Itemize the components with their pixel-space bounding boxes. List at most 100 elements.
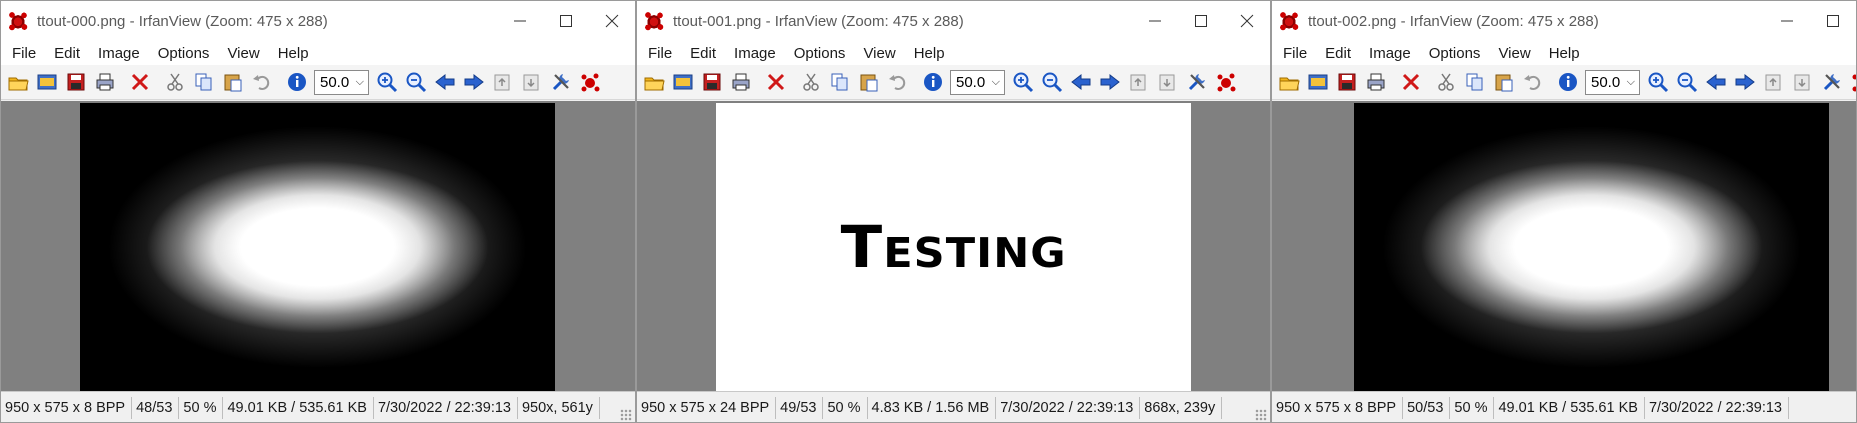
paste-icon[interactable] (1489, 68, 1518, 97)
paste-icon[interactable] (218, 68, 247, 97)
first-icon[interactable] (1124, 68, 1153, 97)
previous-icon[interactable] (1701, 68, 1730, 97)
delete-icon[interactable] (125, 68, 154, 97)
cut-icon[interactable] (1431, 68, 1460, 97)
copy-icon[interactable] (189, 68, 218, 97)
previous-icon[interactable] (1066, 68, 1095, 97)
save-icon[interactable] (697, 68, 726, 97)
minimize-button[interactable] (1132, 1, 1178, 41)
menu-file[interactable]: File (1274, 45, 1316, 62)
delete-icon[interactable] (1396, 68, 1425, 97)
delete-icon[interactable] (761, 68, 790, 97)
thumbnails-icon[interactable] (668, 68, 697, 97)
print-icon[interactable] (90, 68, 119, 97)
zoom-select[interactable]: 50.0 ⌵ (1585, 69, 1640, 95)
menu-view[interactable]: View (1489, 45, 1539, 62)
menu-image[interactable]: Image (1360, 45, 1420, 62)
settings-icon[interactable] (546, 68, 575, 97)
settings-icon[interactable] (1817, 68, 1846, 97)
menu-file[interactable]: File (639, 45, 681, 62)
irfanview-icon[interactable] (1846, 68, 1856, 97)
chevron-down-icon: ⌵ (355, 75, 364, 88)
zoom-in-icon[interactable] (1643, 68, 1672, 97)
maximize-button[interactable] (1178, 1, 1224, 41)
menu-edit[interactable]: Edit (1316, 45, 1360, 62)
close-button[interactable] (1224, 1, 1270, 41)
menu-file[interactable]: File (3, 45, 45, 62)
menu-options[interactable]: Options (1420, 45, 1490, 62)
menu-help[interactable]: Help (1540, 45, 1589, 62)
irfanview-icon[interactable] (575, 68, 604, 97)
zoom-in-icon[interactable] (1008, 68, 1037, 97)
undo-icon[interactable] (247, 68, 276, 97)
menu-image[interactable]: Image (89, 45, 149, 62)
minimize-button[interactable] (497, 1, 543, 41)
copy-icon[interactable] (825, 68, 854, 97)
status-dimensions: 950 x 575 x 8 BPP (1, 397, 133, 419)
menu-image[interactable]: Image (725, 45, 785, 62)
cut-icon[interactable] (796, 68, 825, 97)
info-icon[interactable] (282, 68, 311, 97)
previous-icon[interactable] (430, 68, 459, 97)
print-icon[interactable] (1361, 68, 1390, 97)
minimize-button[interactable] (1764, 1, 1810, 41)
title-bar[interactable]: ttout-002.png - IrfanView (Zoom: 475 x 2… (1272, 1, 1856, 41)
save-icon[interactable] (1332, 68, 1361, 97)
irfanview-icon[interactable] (1211, 68, 1240, 97)
irfanview-window-2: ttout-001.png - IrfanView (Zoom: 475 x 2… (636, 0, 1271, 423)
info-icon[interactable] (1553, 68, 1582, 97)
resize-grip[interactable] (1255, 409, 1267, 421)
close-button[interactable] (589, 1, 635, 41)
last-icon[interactable] (517, 68, 546, 97)
undo-icon[interactable] (883, 68, 912, 97)
status-file-index: 49/53 (776, 397, 824, 419)
print-icon[interactable] (726, 68, 755, 97)
paste-icon[interactable] (854, 68, 883, 97)
first-icon[interactable] (1759, 68, 1788, 97)
maximize-button[interactable] (1810, 1, 1856, 41)
maximize-button[interactable] (543, 1, 589, 41)
window-title: ttout-002.png - IrfanView (Zoom: 475 x 2… (1308, 12, 1599, 30)
zoom-out-icon[interactable] (1037, 68, 1066, 97)
thumbnails-icon[interactable] (32, 68, 61, 97)
save-icon[interactable] (61, 68, 90, 97)
menu-edit[interactable]: Edit (45, 45, 89, 62)
open-folder-icon[interactable] (3, 68, 32, 97)
resize-grip[interactable] (620, 409, 632, 421)
zoom-select[interactable]: 50.0 ⌵ (314, 69, 369, 95)
menu-edit[interactable]: Edit (681, 45, 725, 62)
open-folder-icon[interactable] (1274, 68, 1303, 97)
undo-icon[interactable] (1518, 68, 1547, 97)
irfanview-window-1: ttout-000.png - IrfanView (Zoom: 475 x 2… (0, 0, 636, 423)
menu-view[interactable]: View (854, 45, 904, 62)
menu-help[interactable]: Help (269, 45, 318, 62)
first-icon[interactable] (488, 68, 517, 97)
zoom-out-icon[interactable] (1672, 68, 1701, 97)
menu-options[interactable]: Options (149, 45, 219, 62)
cut-icon[interactable] (160, 68, 189, 97)
open-folder-icon[interactable] (639, 68, 668, 97)
image-canvas[interactable]: Testing (637, 101, 1270, 391)
next-icon[interactable] (459, 68, 488, 97)
image-canvas[interactable] (1, 101, 635, 391)
title-bar[interactable]: ttout-000.png - IrfanView (Zoom: 475 x 2… (1, 1, 635, 41)
status-file-size: 49.01 KB / 535.61 KB (1494, 397, 1645, 419)
copy-icon[interactable] (1460, 68, 1489, 97)
image-canvas[interactable] (1272, 101, 1856, 391)
menu-bar: File Edit Image Options View Help (1272, 41, 1856, 65)
thumbnails-icon[interactable] (1303, 68, 1332, 97)
menu-view[interactable]: View (218, 45, 268, 62)
zoom-select[interactable]: 50.0 ⌵ (950, 69, 1005, 95)
info-icon[interactable] (918, 68, 947, 97)
menu-help[interactable]: Help (905, 45, 954, 62)
last-icon[interactable] (1153, 68, 1182, 97)
next-icon[interactable] (1095, 68, 1124, 97)
zoom-in-icon[interactable] (372, 68, 401, 97)
next-icon[interactable] (1730, 68, 1759, 97)
menu-options[interactable]: Options (785, 45, 855, 62)
settings-icon[interactable] (1182, 68, 1211, 97)
status-file-index: 48/53 (132, 397, 180, 419)
zoom-out-icon[interactable] (401, 68, 430, 97)
title-bar[interactable]: ttout-001.png - IrfanView (Zoom: 475 x 2… (637, 1, 1270, 41)
last-icon[interactable] (1788, 68, 1817, 97)
